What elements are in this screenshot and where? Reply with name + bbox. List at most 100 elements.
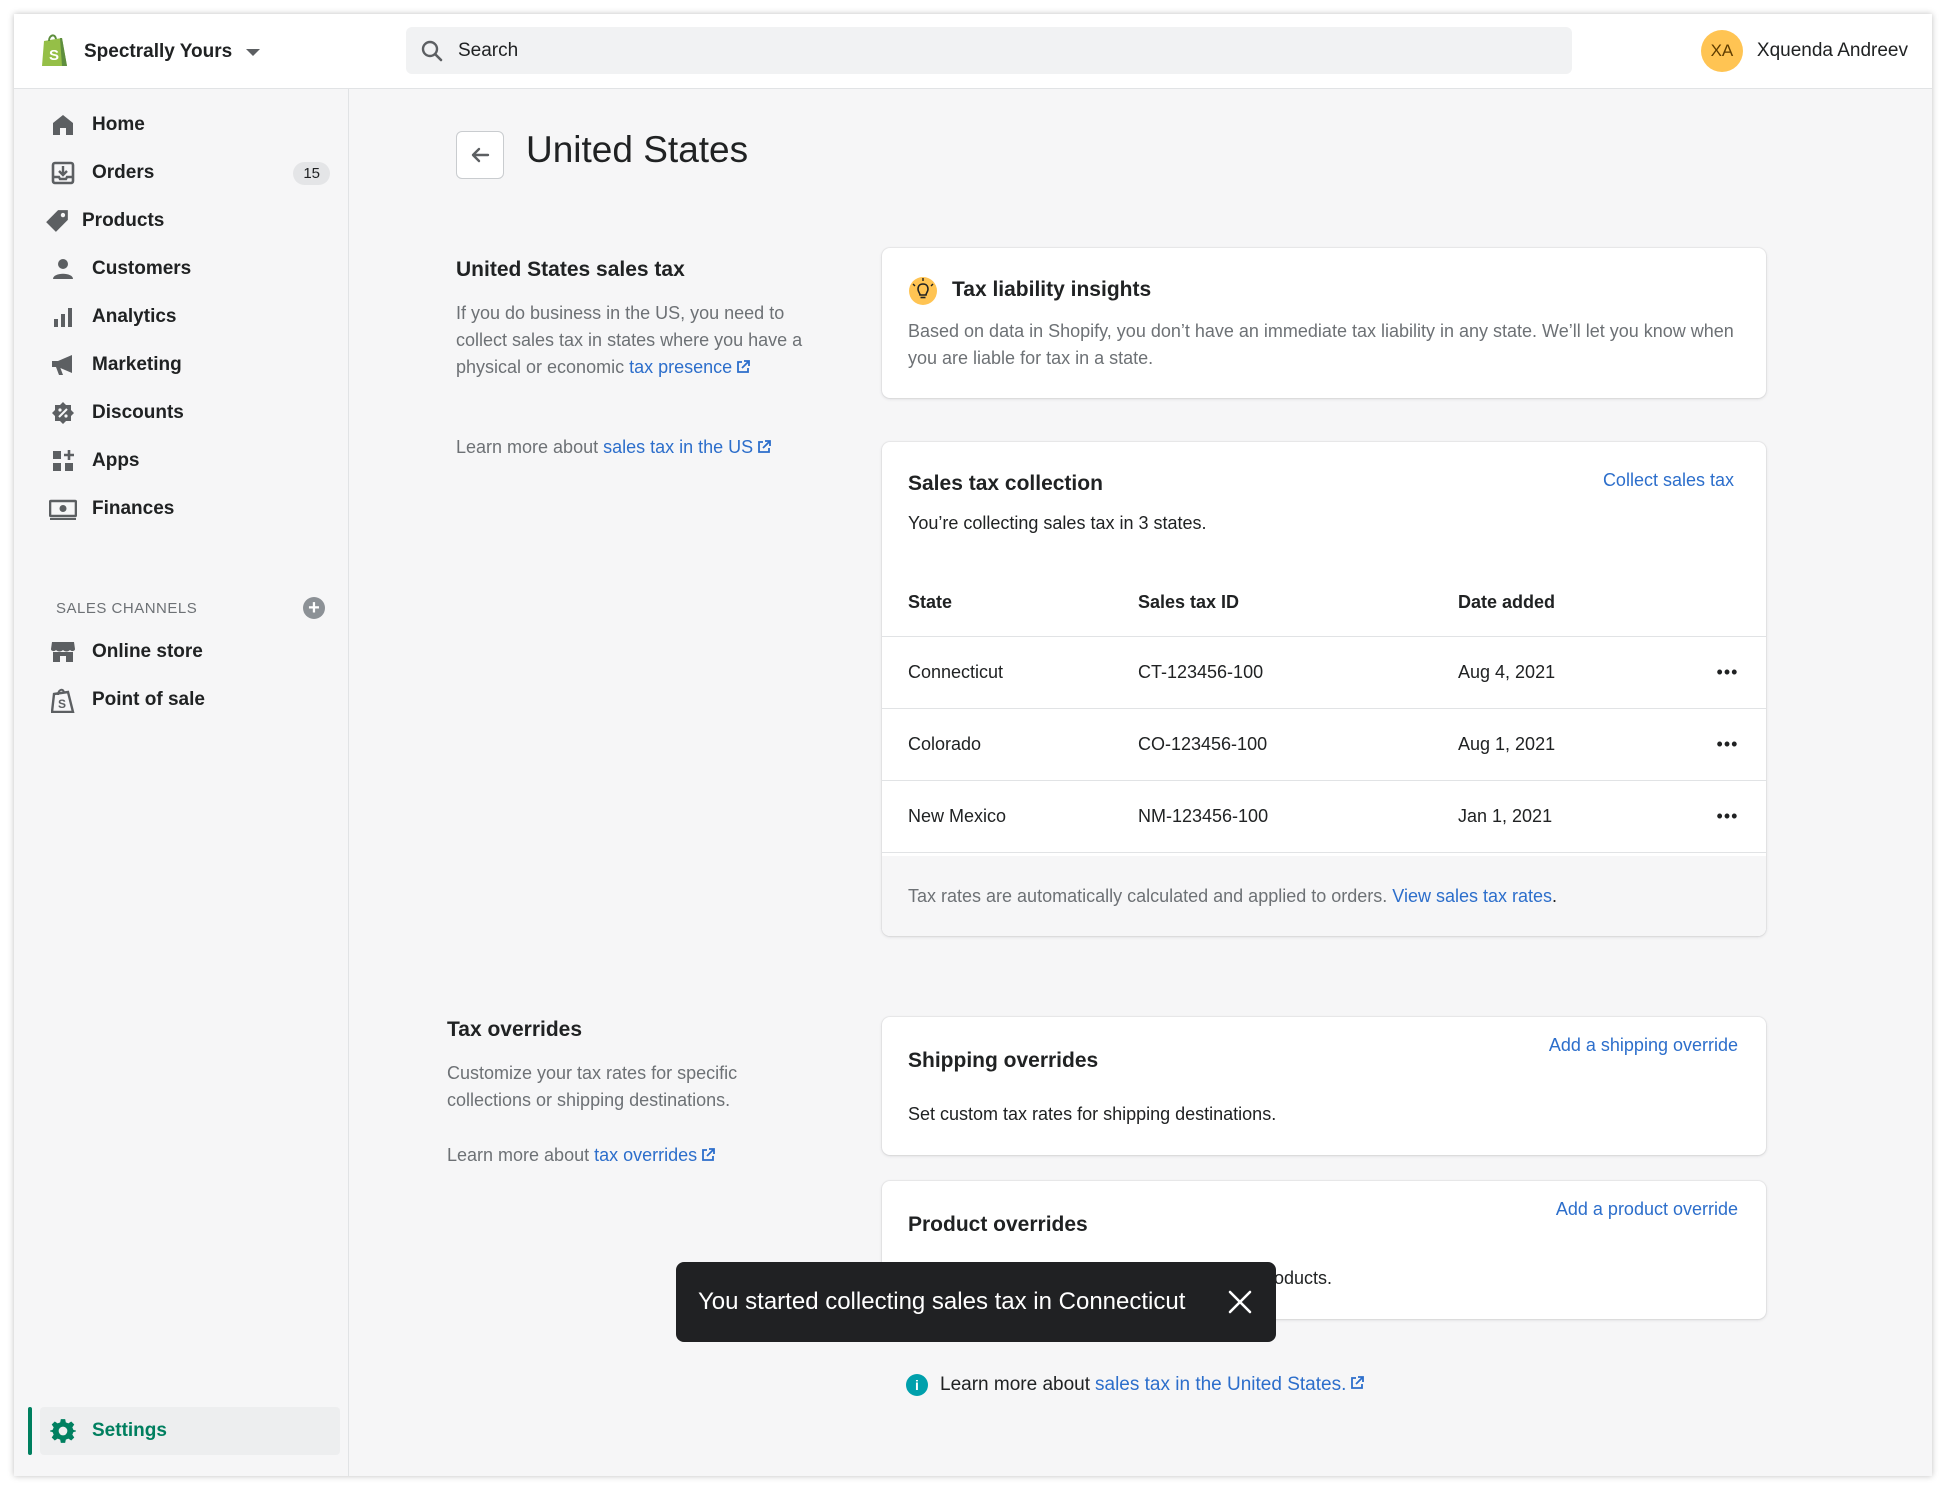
search-input[interactable]: Search [458,40,518,62]
sidebar-item-orders[interactable]: Orders 15 [40,151,340,195]
toast-message: You started collecting sales tax in Conn… [698,1288,1186,1315]
sales-tax-united-states-link[interactable]: sales tax in the United States. [1095,1374,1365,1396]
sidebar-item-label: Products [82,210,165,231]
us-sales-tax-description: If you do business in the US, you need t… [456,300,806,382]
sidebar-item-analytics[interactable]: Analytics [40,295,340,339]
more-actions-button[interactable]: ••• [1689,780,1766,853]
link-label: sales tax in the United States. [1095,1374,1347,1396]
sidebar-item-point-of-sale[interactable]: S Point of sale [40,678,340,722]
tax-presence-link[interactable]: tax presence [629,357,751,377]
more-actions-button[interactable]: ••• [1689,636,1766,709]
user-menu[interactable]: XA Xquenda Andreev [1700,29,1908,73]
external-link-icon [736,355,751,382]
info-icon: i [906,1374,928,1396]
shipping-overrides-text: Set custom tax rates for shipping destin… [908,1104,1277,1124]
external-link-icon [1350,1374,1365,1396]
collection-subtitle: You’re collecting sales tax in 3 states. [908,513,1207,533]
storefront-icon [48,637,78,667]
sales-tax-collection-card: Sales tax collection Collect sales tax Y… [882,442,1766,936]
footer-prefix: Learn more about [940,1374,1090,1395]
sidebar-item-label: Discounts [92,402,184,423]
insights-title: Tax liability insights [952,278,1152,301]
orders-count-badge: 15 [293,161,330,185]
sidebar-item-label: Apps [92,450,140,471]
megaphone-icon [48,350,78,380]
home-icon [48,110,78,140]
svg-text:S: S [58,697,66,711]
avatar: XA [1700,30,1743,72]
sales-channels-heading: SALES CHANNELS [56,600,198,617]
sidebar-item-home[interactable]: Home [40,103,340,147]
tax-overrides-description: Customize your tax rates for specific co… [447,1063,738,1110]
state-cell: Connecticut [882,636,1137,709]
learn-more-overrides: Learn more about tax overrides [447,1142,847,1170]
lightbulb-icon [908,276,938,306]
collect-sales-tax-link[interactable]: Collect sales tax [1603,470,1734,491]
sidebar-item-label: Orders [92,162,155,183]
close-icon[interactable] [1226,1288,1254,1316]
footer-period: . [1552,885,1558,906]
add-channel-button[interactable]: + [303,597,325,619]
sidebar-item-finances[interactable]: Finances [40,487,340,531]
tax-id-cell: CO-123456-100 [1137,708,1457,781]
sidebar-item-label: Point of sale [92,689,205,710]
bar-chart-icon [48,302,78,332]
tax-id-cell: NM-123456-100 [1137,780,1457,853]
date-cell: Aug 1, 2021 [1457,708,1689,781]
more-actions-button[interactable]: ••• [1689,708,1766,781]
tax-liability-insights-card: Tax liability insights Based on data in … [882,248,1766,398]
top-bar: S Spectrally Yours Search XA Xquenda And… [14,14,1932,89]
back-button[interactable] [456,131,504,179]
tax-overrides-link[interactable]: tax overrides [594,1145,716,1165]
tag-icon [42,206,72,236]
shipping-overrides-card: Shipping overrides Add a shipping overri… [882,1017,1766,1155]
link-label: sales tax in the US [603,437,754,457]
table-row: New Mexico NM-123456-100 Jan 1, 2021 ••• [882,780,1766,853]
sidebar-item-label: Settings [92,1420,167,1441]
sidebar-item-online-store[interactable]: Online store [40,630,340,674]
store-switcher[interactable]: S Spectrally Yours [40,32,261,72]
sidebar-item-label: Marketing [92,354,182,375]
footer-help: i Learn more about sales tax in the Unit… [906,1374,1365,1396]
search-bar[interactable]: Search [406,27,1572,74]
sidebar-item-label: Analytics [92,306,177,327]
arrow-left-icon [468,143,492,167]
sidebar-item-customers[interactable]: Customers [40,247,340,291]
cash-icon [48,494,78,524]
discount-icon [48,398,78,428]
table-row: Colorado CO-123456-100 Aug 1, 2021 ••• [882,708,1766,781]
tax-id-cell: CT-123456-100 [1137,636,1457,709]
add-shipping-override-link[interactable]: Add a shipping override [1549,1035,1738,1056]
footer-text: Tax rates are automatically calculated a… [908,885,1388,906]
person-icon [48,254,78,284]
add-product-override-link[interactable]: Add a product override [1556,1199,1738,1220]
us-sales-tax-heading: United States sales tax [456,258,685,281]
learn-prefix: Learn more about [456,437,604,457]
sidebar-item-label: Finances [92,498,175,519]
toast-notification: You started collecting sales tax in Conn… [676,1262,1276,1342]
sales-tax-table: State Sales tax ID Date added Connecticu… [882,568,1766,853]
sidebar-item-marketing[interactable]: Marketing [40,343,340,387]
pos-bag-icon: S [48,685,78,715]
link-label: tax overrides [594,1145,698,1165]
sidebar-item-products[interactable]: Products [40,199,340,243]
product-overrides-title: Product overrides [908,1213,1088,1236]
sidebar-item-apps[interactable]: Apps [40,439,340,483]
sidebar-item-label: Customers [92,258,192,279]
view-sales-tax-rates-link[interactable]: View sales tax rates [1392,886,1552,907]
orders-icon [48,158,78,188]
apps-icon [48,446,78,476]
date-cell: Jan 1, 2021 [1457,780,1689,853]
sales-tax-us-link[interactable]: sales tax in the US [603,437,772,457]
sidebar: Home Orders 15 Products Customers Analyt… [14,89,349,1476]
external-link-icon [757,435,772,462]
sidebar-item-label: Online store [92,641,203,662]
store-name: Spectrally Yours [84,41,233,62]
sidebar-item-settings[interactable]: Settings [28,1407,340,1455]
page-title: United States [526,129,749,170]
gear-icon [48,1416,78,1446]
external-link-icon [701,1143,716,1170]
app-window: S Spectrally Yours Search XA Xquenda And… [14,14,1932,1476]
product-overrides-text: oducts. [1274,1268,1333,1288]
sidebar-item-discounts[interactable]: Discounts [40,391,340,435]
